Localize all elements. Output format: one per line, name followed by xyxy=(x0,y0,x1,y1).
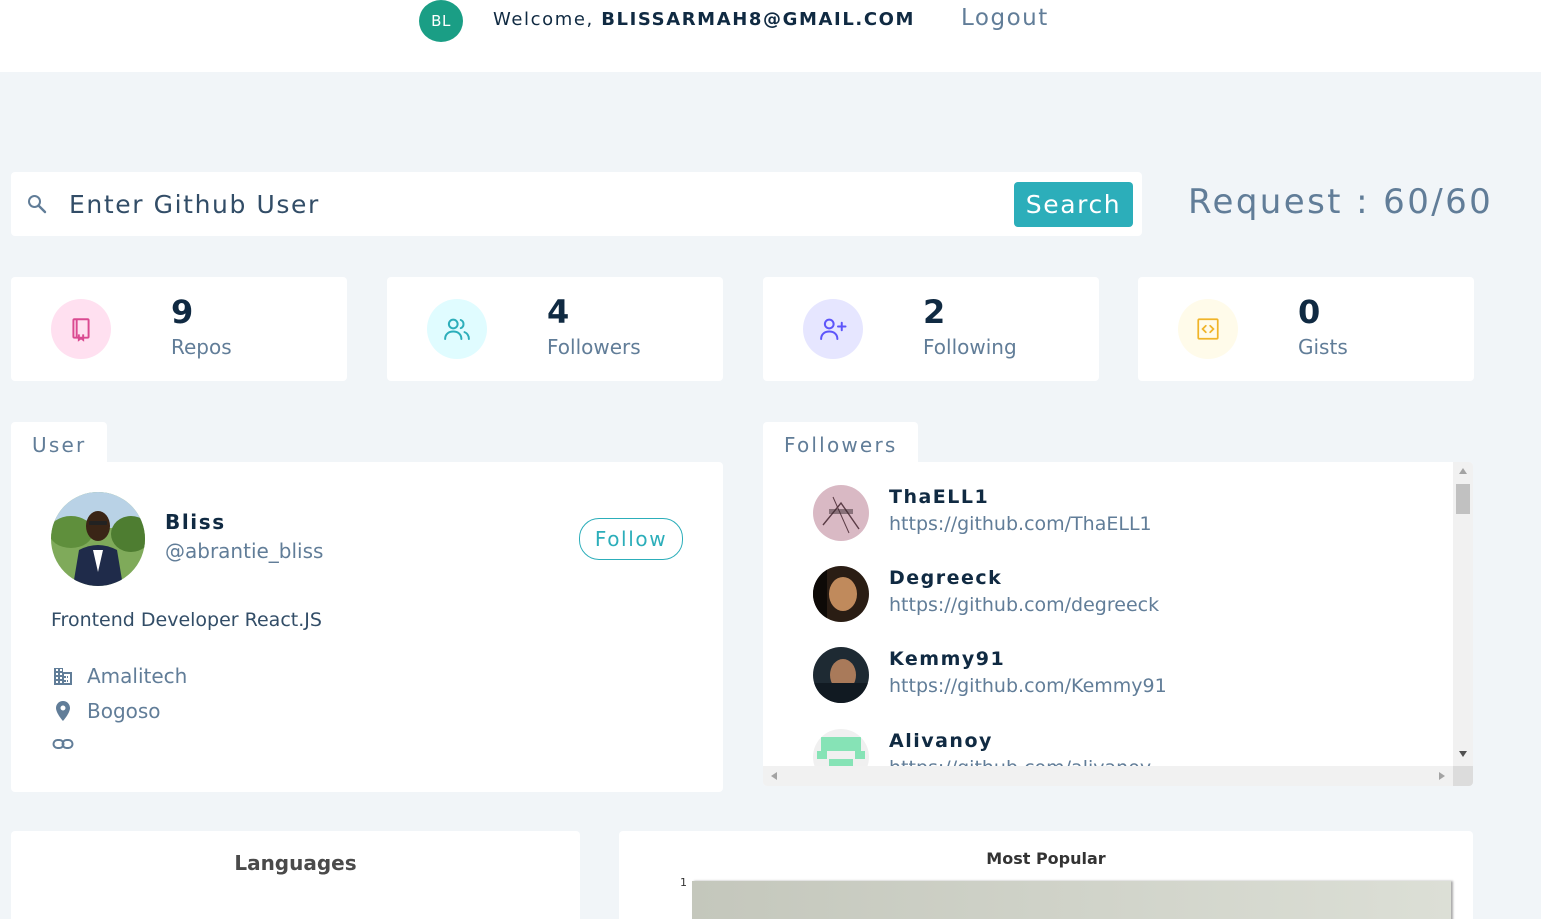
follower-url[interactable]: https://github.com/alivanoy xyxy=(889,757,1151,766)
location-pin-icon xyxy=(56,701,70,721)
follower-login: Alivanoy xyxy=(889,730,993,752)
company-text: Amalitech xyxy=(87,664,188,688)
followers-list: ThaELL1 https://github.com/ThaELL1 Degre… xyxy=(763,462,1453,766)
location-text: Bogoso xyxy=(87,699,161,723)
search-input[interactable] xyxy=(69,186,999,222)
followers-horizontal-scrollbar[interactable] xyxy=(763,766,1453,786)
followers-vertical-scrollbar[interactable] xyxy=(1453,462,1473,766)
stat-card-gists: 0 Gists xyxy=(1138,277,1474,381)
user-avatar: BL xyxy=(419,0,463,42)
user-bio: Frontend Developer React.JS xyxy=(51,609,322,631)
follower-item[interactable]: ThaELL1 https://github.com/ThaELL1 xyxy=(813,485,1413,549)
logout-button[interactable]: Logout xyxy=(961,5,1049,31)
follower-url[interactable]: https://github.com/Kemmy91 xyxy=(889,675,1167,697)
following-count: 2 xyxy=(923,293,946,331)
user-photo xyxy=(51,492,145,586)
follower-item[interactable]: Kemmy91 https://github.com/Kemmy91 xyxy=(813,647,1413,711)
top-navbar: BL Welcome, BLISSARMAH8@GMAIL.COM Logout xyxy=(0,0,1541,72)
blog-row[interactable] xyxy=(51,732,87,756)
welcome-prefix: Welcome, xyxy=(493,9,602,30)
building-icon xyxy=(54,668,72,685)
chart-axis-tick: 1 xyxy=(680,876,687,889)
user-email: BLISSARMAH8@GMAIL.COM xyxy=(601,9,916,30)
follower-login: Degreeck xyxy=(889,567,1003,589)
most-popular-chart-title: Most Popular xyxy=(986,849,1106,868)
scroll-up-arrow-icon[interactable] xyxy=(1459,468,1467,474)
follower-avatar xyxy=(813,566,869,622)
repos-label: Repos xyxy=(171,335,232,359)
request-counter: Request : 60/60 xyxy=(1188,182,1494,222)
follow-button[interactable]: Follow xyxy=(579,518,683,560)
user-card: Bliss @abrantie_bliss Follow Frontend De… xyxy=(11,462,723,792)
most-popular-chart-card: Most Popular 1 xyxy=(619,831,1473,919)
welcome-text: Welcome, BLISSARMAH8@GMAIL.COM xyxy=(493,9,915,30)
scroll-left-arrow-icon[interactable] xyxy=(771,772,777,780)
languages-chart-title: Languages xyxy=(234,851,357,875)
followers-label: Followers xyxy=(547,335,641,359)
company-row: Amalitech xyxy=(51,664,187,688)
languages-chart-card: Languages xyxy=(11,831,580,919)
follower-url[interactable]: https://github.com/degreeck xyxy=(889,594,1159,616)
scroll-down-arrow-icon[interactable] xyxy=(1459,751,1467,757)
gists-label: Gists xyxy=(1298,335,1348,359)
search-form: Search xyxy=(11,172,1142,236)
follower-item[interactable]: Degreeck https://github.com/degreeck xyxy=(813,566,1413,630)
stat-card-repos: 9 Repos xyxy=(11,277,347,381)
user-handle: @abrantie_bliss xyxy=(165,539,324,563)
follower-item[interactable]: Alivanoy https://github.com/alivanoy xyxy=(813,729,1413,766)
follower-avatar xyxy=(813,647,869,703)
scrollbar-thumb[interactable] xyxy=(1456,484,1470,514)
book-icon xyxy=(51,299,111,359)
following-label: Following xyxy=(923,335,1017,359)
follower-avatar xyxy=(813,485,869,541)
chart-bar xyxy=(692,881,1451,919)
user-plus-icon xyxy=(803,299,863,359)
link-icon xyxy=(52,739,74,749)
search-button[interactable]: Search xyxy=(1014,182,1133,227)
follower-avatar xyxy=(813,729,869,766)
stat-card-following: 2 Following xyxy=(763,277,1099,381)
code-icon xyxy=(1178,299,1238,359)
search-icon xyxy=(28,195,47,214)
follower-login: ThaELL1 xyxy=(889,486,990,508)
tab-user: User xyxy=(11,422,108,464)
scroll-right-arrow-icon[interactable] xyxy=(1439,772,1445,780)
repos-count: 9 xyxy=(171,293,194,331)
tab-followers: Followers xyxy=(763,422,919,464)
location-row: Bogoso xyxy=(51,699,161,723)
followers-count: 4 xyxy=(547,293,570,331)
follower-url[interactable]: https://github.com/ThaELL1 xyxy=(889,513,1152,535)
follower-login: Kemmy91 xyxy=(889,648,1006,670)
followers-card: ThaELL1 https://github.com/ThaELL1 Degre… xyxy=(763,462,1473,786)
user-name: Bliss xyxy=(165,510,226,534)
gists-count: 0 xyxy=(1298,293,1321,331)
users-icon xyxy=(427,299,487,359)
scrollbar-corner xyxy=(1453,766,1473,786)
stat-card-followers: 4 Followers xyxy=(387,277,723,381)
